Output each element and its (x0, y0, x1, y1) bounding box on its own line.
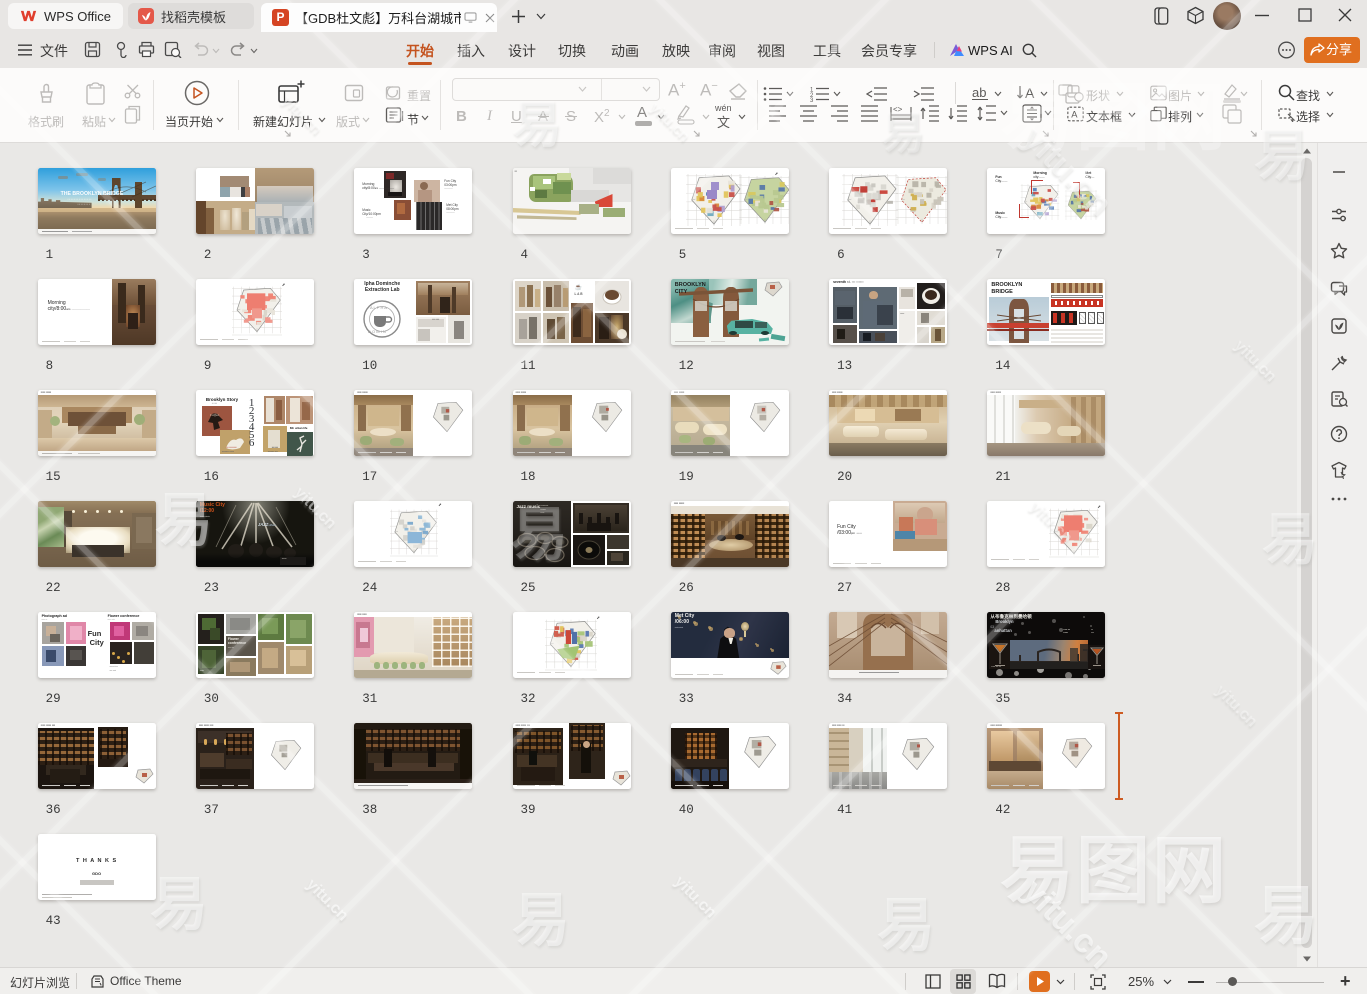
svg-text:A: A (1071, 109, 1078, 119)
svg-text:<>: <> (893, 105, 903, 114)
svg-text:Coffee: Coffee (210, 413, 220, 417)
svg-text:A L P H A: A L P H A (370, 305, 387, 310)
svg-text:A: A (1025, 85, 1035, 101)
svg-text:D O M I N: D O M I N (368, 329, 386, 334)
svg-text:3: 3 (810, 98, 814, 102)
